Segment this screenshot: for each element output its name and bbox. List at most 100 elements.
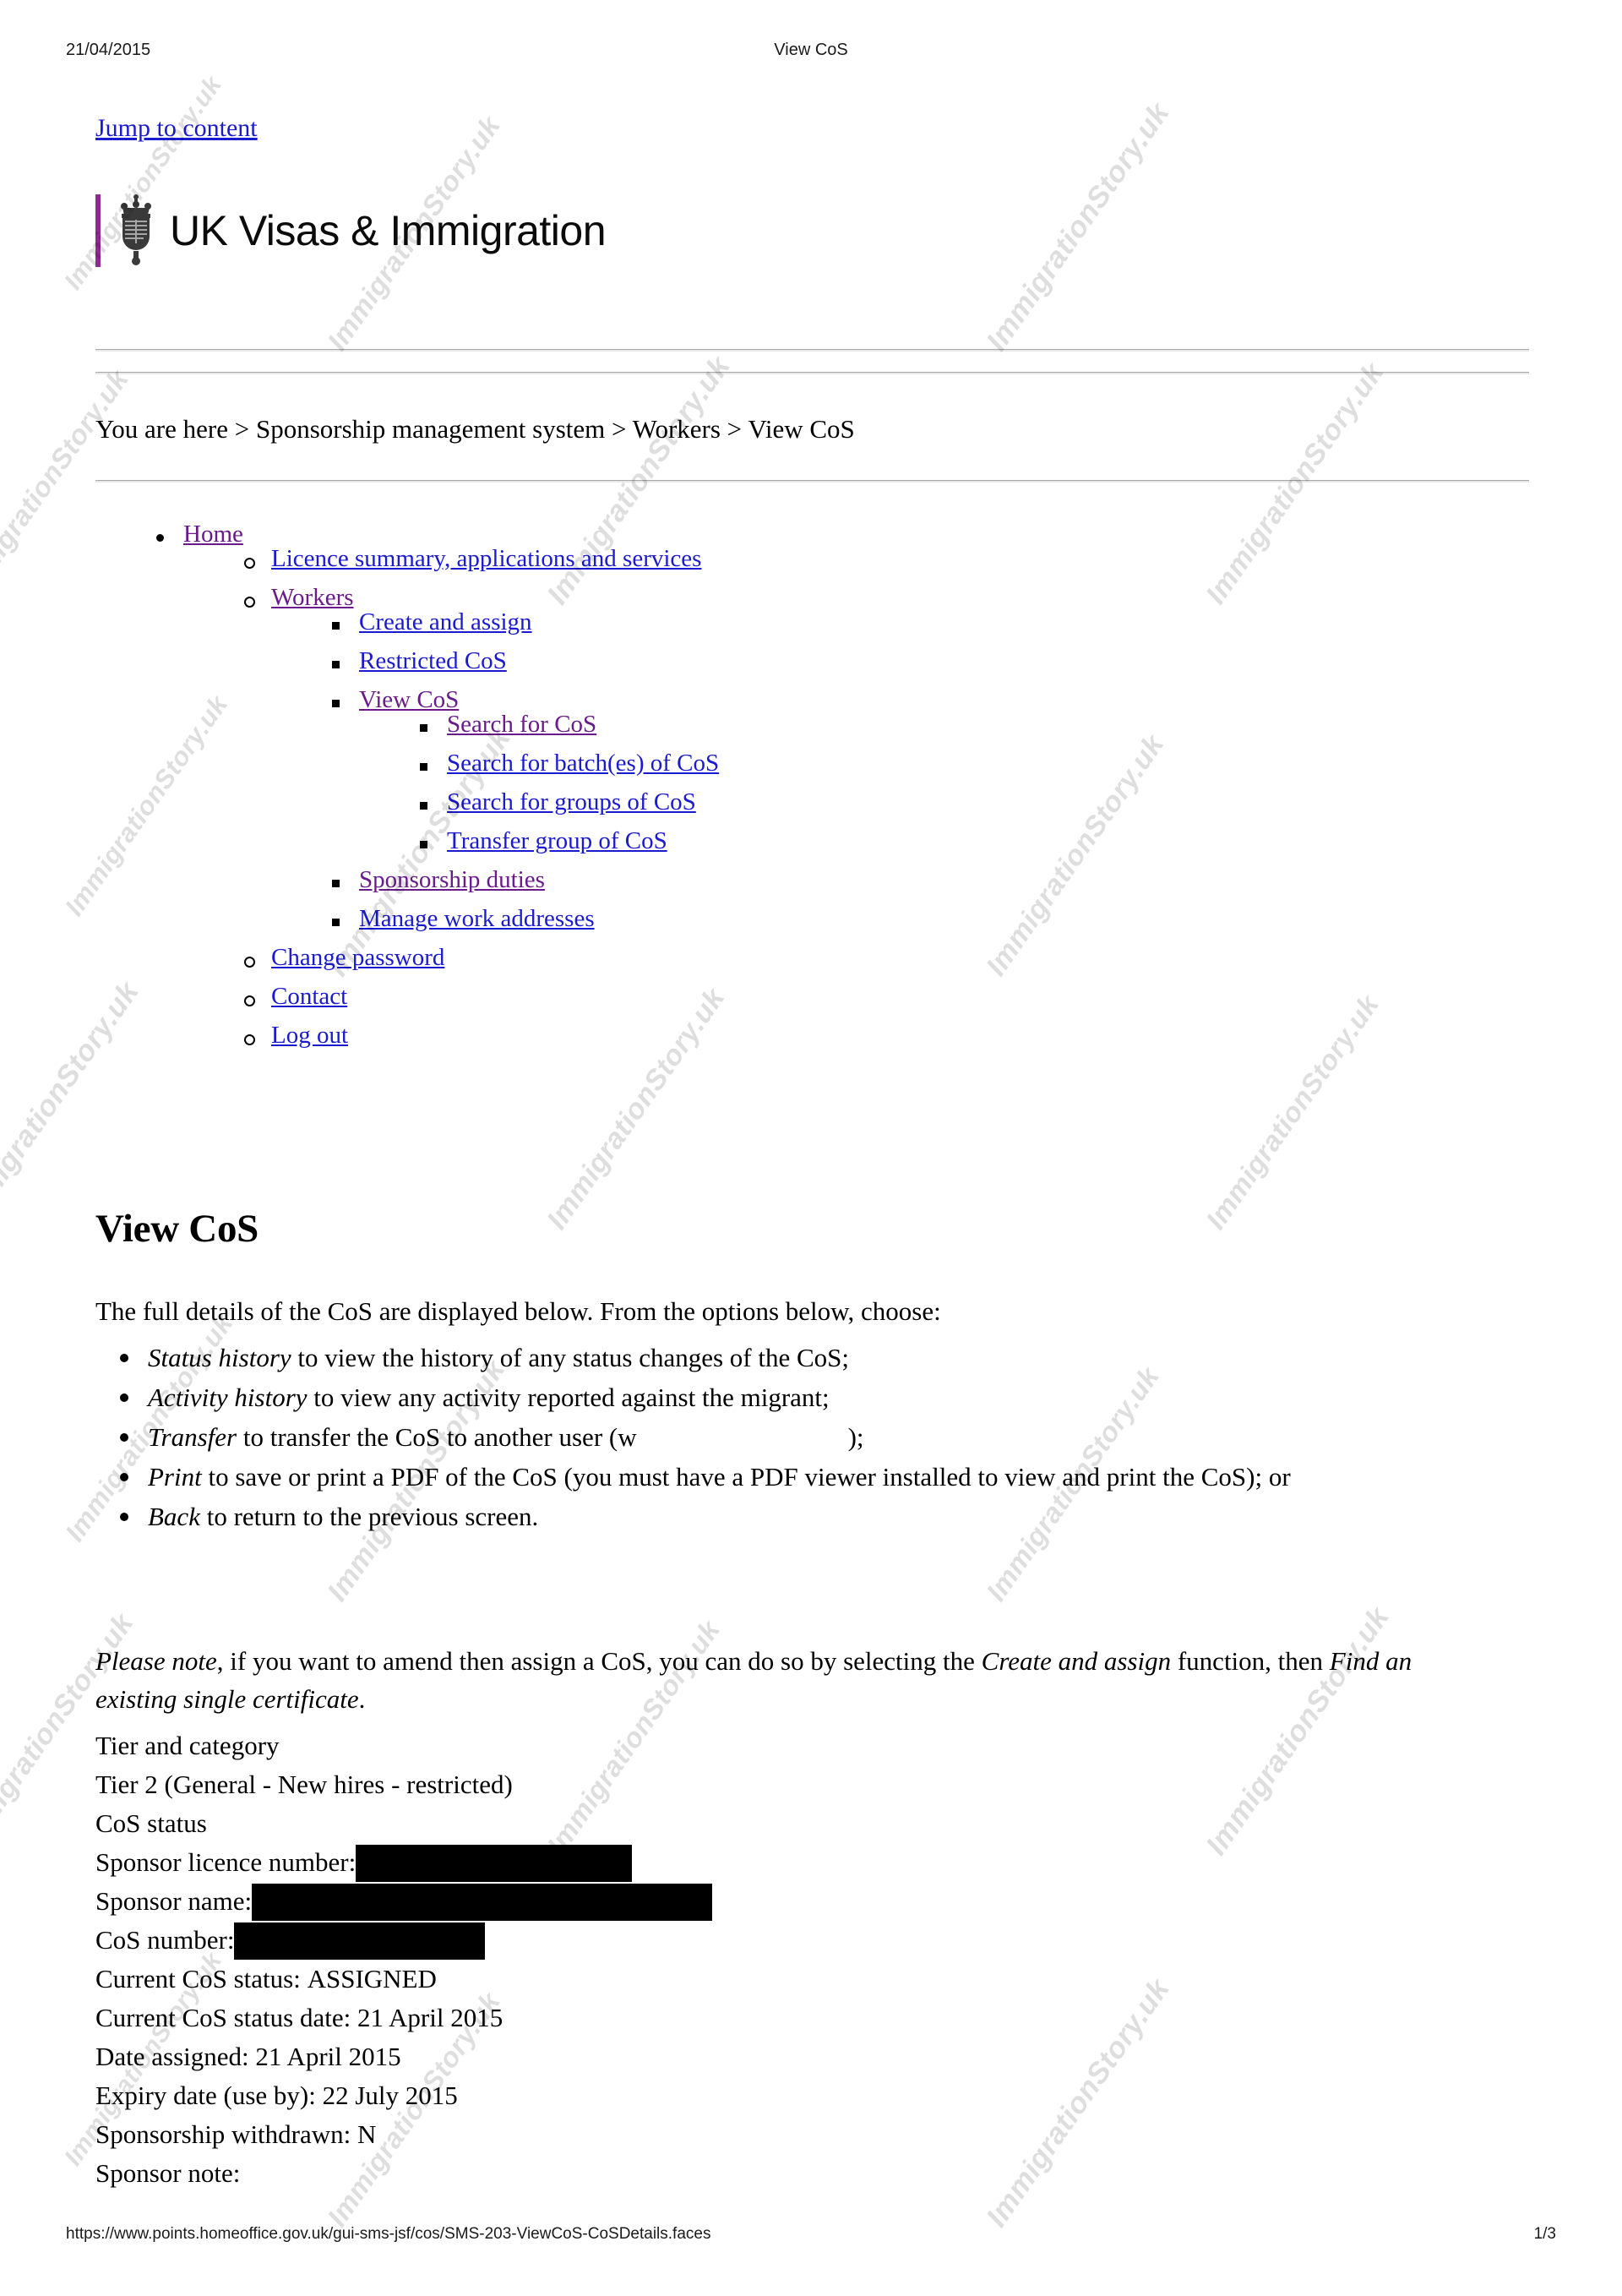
option-transfer: Transfer to transfer the CoS to another … bbox=[120, 1419, 1532, 1457]
option-term: Activity history bbox=[148, 1382, 308, 1412]
sponsor-licence-label: Sponsor licence number: bbox=[95, 1847, 357, 1877]
note-part2: function, then bbox=[1171, 1646, 1330, 1676]
nav-link-search-for-cos[interactable]: Search for CoS bbox=[447, 711, 596, 738]
note-part1: , if you want to amend then assign a CoS… bbox=[216, 1646, 982, 1676]
current-status-date-label: Current CoS status date: bbox=[95, 2003, 351, 2032]
detail-row-current-status: Current CoS status: ASSIGNED bbox=[95, 1960, 712, 1999]
redaction-bar-sponsor-name bbox=[252, 1883, 713, 1921]
tier-value: Tier 2 (General - New hires - restricted… bbox=[95, 1770, 513, 1799]
detail-row-sponsor-licence: Sponsor licence number: bbox=[95, 1843, 712, 1882]
print-header: 21/04/2015 View CoS bbox=[66, 41, 1556, 66]
withdrawn-value: N bbox=[357, 2119, 377, 2149]
expiry-value: 22 July 2015 bbox=[322, 2081, 458, 2110]
nav-link-create-and-assign[interactable]: Create and assign bbox=[359, 608, 532, 635]
print-footer: https://www.points.homeoffice.gov.uk/gui… bbox=[66, 2225, 1556, 2252]
nav-item-sponsorship-duties[interactable]: Sponsorship duties bbox=[325, 868, 719, 892]
nav-item-search-for-groups[interactable]: Search for groups of CoS bbox=[413, 790, 719, 815]
nav-item-search-for-batches[interactable]: Search for batch(es) of CoS bbox=[413, 751, 719, 776]
nav-item-contact[interactable]: Contact bbox=[237, 984, 719, 1009]
option-print: Print to save or print a PDF of the CoS … bbox=[120, 1459, 1532, 1497]
nav-item-change-password[interactable]: Change password bbox=[237, 946, 719, 970]
note-lead: Please note bbox=[95, 1646, 217, 1676]
option-term: Status history bbox=[148, 1343, 291, 1372]
nav-link-view-cos[interactable]: View CoS bbox=[359, 686, 459, 713]
current-status-value: ASSIGNED bbox=[307, 1964, 437, 1993]
nav-link-search-for-groups[interactable]: Search for groups of CoS bbox=[447, 788, 696, 815]
detail-row-sponsor-note: Sponsor note: bbox=[95, 2154, 712, 2193]
nav-link-manage-work-addresses[interactable]: Manage work addresses bbox=[359, 905, 595, 932]
option-term: Back bbox=[148, 1501, 200, 1531]
redaction-bar-sponsor-licence bbox=[356, 1844, 633, 1882]
nav-link-sponsorship-duties[interactable]: Sponsorship duties bbox=[359, 866, 545, 893]
detail-row-current-status-date: Current CoS status date: 21 April 2015 bbox=[95, 1999, 712, 2037]
cos-status-label: CoS status bbox=[95, 1808, 207, 1838]
nav-link-licence-summary[interactable]: Licence summary, applications and servic… bbox=[271, 545, 701, 572]
withdrawn-label: Sponsorship withdrawn: bbox=[95, 2119, 351, 2149]
jump-to-content-link[interactable]: Jump to content bbox=[95, 114, 258, 143]
option-term: Print bbox=[148, 1461, 202, 1492]
nav-item-home[interactable]: Home Licence summary, applications and s… bbox=[150, 522, 719, 1048]
nav-item-manage-work-addresses[interactable]: Manage work addresses bbox=[325, 907, 719, 931]
nav-link-log-out[interactable]: Log out bbox=[271, 1022, 348, 1049]
nav-item-search-for-cos[interactable]: Search for CoS bbox=[413, 712, 719, 737]
current-status-date-value: 21 April 2015 bbox=[357, 2003, 503, 2032]
detail-row-tier-value: Tier 2 (General - New hires - restricted… bbox=[95, 1765, 712, 1804]
nav-item-transfer-group[interactable]: Transfer group of CoS bbox=[413, 829, 719, 854]
brand-accent-bar bbox=[95, 194, 101, 267]
nav-link-search-for-batches[interactable]: Search for batch(es) of CoS bbox=[447, 750, 719, 777]
note-part3: . bbox=[358, 1683, 366, 1714]
detail-row-withdrawn: Sponsorship withdrawn: N bbox=[95, 2115, 712, 2154]
nav-link-workers[interactable]: Workers bbox=[271, 584, 354, 611]
royal-crest-icon bbox=[121, 194, 151, 265]
current-status-label: Current CoS status: bbox=[95, 1964, 301, 1993]
option-text: to return to the previous screen. bbox=[199, 1501, 539, 1531]
cos-details-block: Tier and category Tier 2 (General - New … bbox=[95, 1726, 713, 2193]
cos-number-label: CoS number: bbox=[95, 1925, 235, 1955]
intro-paragraph: The full details of the CoS are displaye… bbox=[95, 1296, 941, 1326]
option-text: to transfer the CoS to another user (w bbox=[237, 1421, 637, 1452]
divider-top-1 bbox=[95, 349, 1529, 352]
nav-item-restricted-cos[interactable]: Restricted CoS bbox=[325, 649, 719, 674]
sponsor-note-label: Sponsor note: bbox=[95, 2158, 241, 2188]
document-page: 21/04/2015 View CoS Jump to content UK V… bbox=[0, 0, 1622, 2296]
brand-title: UK Visas & Immigration bbox=[170, 207, 607, 254]
print-title: View CoS bbox=[774, 41, 848, 59]
tier-label: Tier and category bbox=[95, 1731, 280, 1760]
expiry-label: Expiry date (use by): bbox=[95, 2081, 316, 2110]
nav-item-workers[interactable]: Workers Create and assign Restricted CoS… bbox=[237, 586, 719, 931]
detail-row-cos-number: CoS number: bbox=[95, 1921, 712, 1960]
nav-link-restricted-cos[interactable]: Restricted CoS bbox=[359, 647, 507, 674]
option-text-after: ); bbox=[847, 1421, 864, 1452]
option-term: Transfer bbox=[148, 1421, 237, 1452]
brand-header: UK Visas & Immigration bbox=[95, 193, 607, 269]
breadcrumb: You are here > Sponsorship management sy… bbox=[95, 414, 855, 444]
option-back: Back to return to the previous screen. bbox=[120, 1498, 1532, 1536]
option-status-history: Status history to view the history of an… bbox=[120, 1339, 1532, 1377]
nav-item-create-and-assign[interactable]: Create and assign bbox=[325, 610, 719, 635]
detail-row-date-assigned: Date assigned: 21 April 2015 bbox=[95, 2037, 712, 2076]
footer-url: https://www.points.homeoffice.gov.uk/gui… bbox=[66, 2225, 711, 2243]
option-text: to view the history of any status change… bbox=[291, 1343, 850, 1372]
divider-under-breadcrumb bbox=[95, 480, 1529, 483]
sponsor-name-label: Sponsor name: bbox=[95, 1886, 253, 1916]
detail-row-expiry: Expiry date (use by): 22 July 2015 bbox=[95, 2076, 712, 2115]
detail-row-tier-label: Tier and category bbox=[95, 1726, 712, 1765]
detail-row-cos-status-label: CoS status bbox=[95, 1804, 712, 1843]
page-title: View CoS bbox=[95, 1207, 259, 1252]
nav-link-change-password[interactable]: Change password bbox=[271, 944, 444, 971]
footer-page-number: 1/3 bbox=[1533, 2225, 1556, 2243]
option-text: to view any activity reported against th… bbox=[307, 1382, 830, 1412]
print-date: 21/04/2015 bbox=[66, 41, 151, 59]
nav-item-view-cos[interactable]: View CoS Search for CoS Search for batch… bbox=[325, 688, 719, 854]
divider-top-2 bbox=[95, 372, 1529, 374]
please-note-paragraph: Please note, if you want to amend then a… bbox=[95, 1643, 1464, 1719]
note-em1: Create and assign bbox=[981, 1646, 1172, 1676]
date-assigned-value: 21 April 2015 bbox=[255, 2042, 401, 2071]
nav-link-contact[interactable]: Contact bbox=[271, 983, 347, 1010]
date-assigned-label: Date assigned: bbox=[95, 2042, 249, 2071]
nav-link-transfer-group[interactable]: Transfer group of CoS bbox=[447, 827, 667, 854]
options-list: Status history to view the history of an… bbox=[95, 1339, 1532, 1538]
nav-item-log-out[interactable]: Log out bbox=[237, 1023, 719, 1048]
nav-item-licence-summary[interactable]: Licence summary, applications and servic… bbox=[237, 547, 719, 571]
nav-link-home[interactable]: Home bbox=[183, 521, 243, 548]
